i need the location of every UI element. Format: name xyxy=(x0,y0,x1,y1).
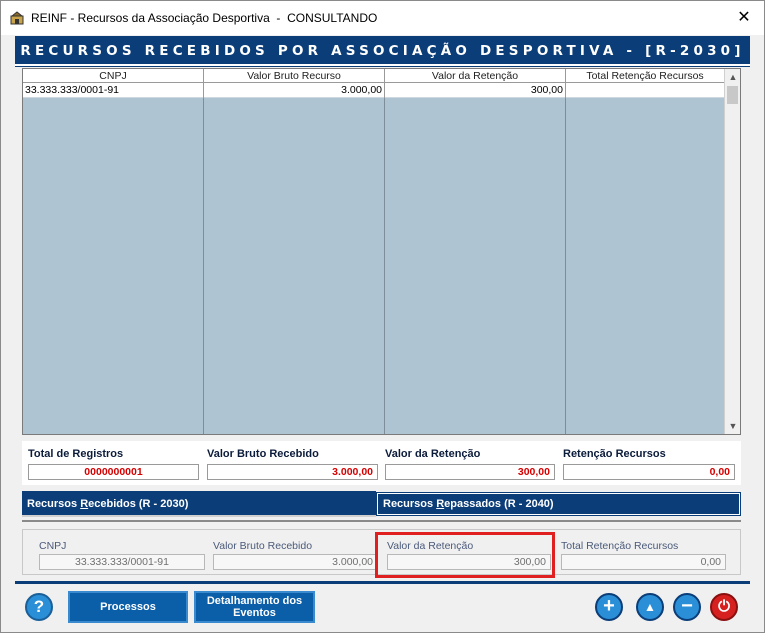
tab-recebidos-text-b: ecebidos (R - 2030) xyxy=(88,498,189,510)
minus-icon: − xyxy=(681,595,693,617)
tab-repassados-accesskey: R xyxy=(436,498,445,510)
cell-total-retencao xyxy=(566,83,725,98)
tab-recursos-recebidos[interactable]: Recursos Recebidos (R - 2030) xyxy=(22,491,376,517)
detalhamento-label-line1: Detalhamento dos xyxy=(206,595,303,607)
detail-valor-bruto-label: Valor Bruto Recebido xyxy=(213,540,313,552)
remove-button[interactable]: − xyxy=(673,593,701,621)
cell-valor-retencao: 300,00 xyxy=(385,83,566,98)
totals-panel: Total de Registros 0000000001 Valor Brut… xyxy=(22,441,741,485)
tab-repassados-text-a: Recursos xyxy=(383,498,437,510)
tab-bar: Recursos Recebidos (R - 2030) Recursos R… xyxy=(22,491,741,517)
valor-bruto-recebido-label: Valor Bruto Recebido xyxy=(207,448,319,460)
highlight-box xyxy=(375,532,555,578)
table-row[interactable]: 33.333.333/0001-91 3.000,00 300,00 xyxy=(23,83,725,98)
help-button[interactable]: ? xyxy=(25,593,53,621)
records-grid[interactable]: CNPJ Valor Bruto Recurso Valor da Retenç… xyxy=(22,68,741,435)
exit-button[interactable]: ⏻ xyxy=(710,593,738,621)
window-title: REINF - Recursos da Associação Desportiv… xyxy=(31,11,378,25)
valor-bruto-recebido-value: 3.000,00 xyxy=(207,464,378,480)
retencao-recursos-value: 0,00 xyxy=(563,464,735,480)
retencao-recursos-label: Retenção Recursos xyxy=(563,448,666,460)
tab-recebidos-accesskey: R xyxy=(80,498,89,510)
close-button[interactable]: ✕ xyxy=(734,9,754,27)
column-header-cnpj[interactable]: CNPJ xyxy=(23,69,204,83)
valor-retencao-value: 300,00 xyxy=(385,464,555,480)
arrow-up-icon: ▲ xyxy=(644,600,656,614)
footer-divider xyxy=(15,581,750,584)
grid-column-lines xyxy=(23,98,725,434)
detail-total-retencao-label: Total Retenção Recursos xyxy=(561,540,679,552)
column-header-total-retencao[interactable]: Total Retenção Recursos xyxy=(566,69,725,83)
title-bar: REINF - Recursos da Associação Desportiv… xyxy=(1,1,764,35)
processos-button[interactable]: Processos xyxy=(68,591,188,623)
cell-cnpj: 33.333.333/0001-91 xyxy=(23,83,204,98)
detail-cnpj-field[interactable] xyxy=(39,554,205,570)
detail-panel: CNPJ Valor Bruto Recebido Valor da Reten… xyxy=(22,529,741,578)
detalhamento-eventos-button[interactable]: Detalhamento dos Eventos xyxy=(194,591,315,623)
detalhamento-label-line2: Eventos xyxy=(233,607,276,619)
cell-valor-bruto: 3.000,00 xyxy=(204,83,385,98)
total-registros-value: 0000000001 xyxy=(28,464,199,480)
scroll-thumb[interactable] xyxy=(727,86,738,104)
power-icon: ⏻ xyxy=(718,598,730,615)
tab-repassados-text-b: epassados (R - 2040) xyxy=(444,498,554,510)
detail-total-retencao-field[interactable] xyxy=(561,554,726,570)
app-window: REINF - Recursos da Associação Desportiv… xyxy=(0,0,765,633)
grid-header: CNPJ Valor Bruto Recurso Valor da Retenç… xyxy=(23,69,725,83)
scroll-up-icon[interactable]: ▲ xyxy=(725,69,740,85)
column-header-valor-retencao[interactable]: Valor da Retenção xyxy=(385,69,566,83)
move-up-button[interactable]: ▲ xyxy=(636,593,664,621)
scroll-down-icon[interactable]: ▼ xyxy=(725,418,740,434)
help-icon: ? xyxy=(33,597,45,616)
column-header-valor-bruto[interactable]: Valor Bruto Recurso xyxy=(204,69,385,83)
tab-recebidos-text-a: Recursos xyxy=(27,498,81,510)
header-band: RECURSOS RECEBIDOS POR ASSOCIAÇÃO DESPOR… xyxy=(15,36,750,66)
add-button[interactable]: + xyxy=(595,593,623,621)
page-title: RECURSOS RECEBIDOS POR ASSOCIAÇÃO DESPOR… xyxy=(20,43,745,59)
app-icon xyxy=(9,10,25,26)
total-registros-label: Total de Registros xyxy=(28,448,124,460)
processos-label: Processos xyxy=(100,601,156,613)
tab-recursos-repassados[interactable]: Recursos Repassados (R - 2040) xyxy=(377,493,740,515)
plus-icon: + xyxy=(603,595,615,617)
valor-retencao-label: Valor da Retenção xyxy=(385,448,481,460)
tab-divider xyxy=(22,520,741,522)
detail-valor-bruto-field[interactable] xyxy=(213,554,378,570)
detail-cnpj-label: CNPJ xyxy=(39,540,67,552)
grid-scrollbar[interactable]: ▲ ▼ xyxy=(724,69,740,434)
